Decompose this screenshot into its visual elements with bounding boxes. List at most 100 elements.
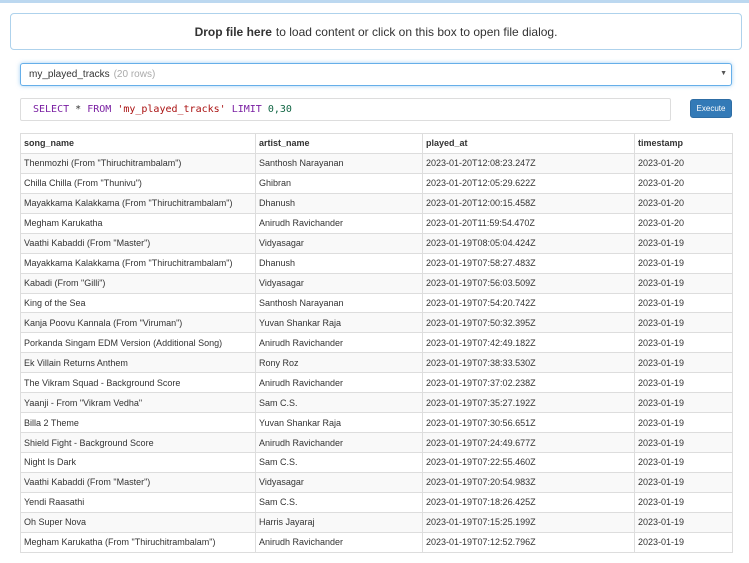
played-at-cell: 2023-01-19T07:38:33.530Z (422, 352, 635, 374)
artist-name-cell: Santhosh Narayanan (255, 292, 423, 314)
execute-button[interactable]: Execute (690, 99, 732, 118)
timestamp-cell: 2023-01-19 (634, 471, 733, 493)
song-name-cell: Megham Karukatha (From "Thiruchitrambala… (20, 531, 256, 553)
sql-keyword-select: SELECT (33, 104, 70, 115)
song-name-cell: Oh Super Nova (20, 511, 256, 533)
timestamp-cell: 2023-01-20 (634, 152, 733, 174)
song-name-cell: Yendi Raasathi (20, 491, 256, 513)
artist-name-cell: Rony Roz (255, 352, 423, 374)
song-name-cell: Yaanji - From "Vikram Vedha" (20, 392, 256, 414)
artist-name-cell: Sam C.S. (255, 452, 423, 473)
sql-query-editor[interactable]: SELECT * FROM 'my_played_tracks' LIMIT 0… (20, 98, 671, 121)
timestamp-cell: 2023-01-19 (634, 332, 733, 354)
played-at-cell: 2023-01-19T07:56:03.509Z (422, 272, 635, 294)
played-at-cell: 2023-01-19T07:15:25.199Z (422, 511, 635, 533)
song-name-cell: Megham Karukatha (20, 212, 256, 234)
song-name-cell: Kabadi (From "Gilli") (20, 272, 256, 294)
song-name-cell: Porkanda Singam EDM Version (Additional … (20, 332, 256, 354)
table-header-row: song_name artist_name played_at timestam… (20, 133, 733, 154)
artist-name-cell: Santhosh Narayanan (255, 152, 423, 174)
song-name-cell: Ek Villain Returns Anthem (20, 352, 256, 374)
table-row: Yaanji - From "Vikram Vedha" Sam C.S. 2023… (20, 392, 733, 414)
played-at-cell: 2023-01-19T07:50:32.395Z (422, 312, 635, 334)
table-row: Kabadi (From "Gilli") Vidyasagar 2023-01-1… (20, 272, 733, 294)
dropzone-text: to load content or click on this box to … (275, 24, 558, 39)
artist-name-cell: Anirudh Ravichander (255, 372, 423, 394)
played-at-cell: 2023-01-19T07:54:20.742Z (422, 292, 635, 314)
song-name-cell: Kanja Poovu Kannala (From "Viruman") (20, 312, 256, 334)
artist-name-cell: Harris Jayaraj (255, 511, 423, 533)
artist-name-cell: Yuvan Shankar Raja (255, 412, 423, 434)
table-row: Mayakkama Kalakkama (From "Thiruchitramb… (20, 252, 733, 274)
timestamp-cell: 2023-01-19 (634, 292, 733, 314)
song-name-cell: King of the Sea (20, 292, 256, 314)
played-at-cell: 2023-01-19T07:42:49.182Z (422, 332, 635, 354)
song-name-cell: The Vikram Squad - Background Score (20, 372, 256, 394)
sql-limit-value: 0,30 (267, 104, 292, 115)
table-row: Billa 2 Theme Yuvan Shankar Raja 2023-01-1… (20, 412, 733, 434)
table-row: Megham Karukatha (From "Thiruchitrambala… (20, 531, 733, 553)
song-name-cell: Mayakkama Kalakkama (From "Thiruchitramb… (20, 252, 256, 274)
artist-name-cell: Ghibran (255, 172, 423, 194)
timestamp-cell: 2023-01-19 (634, 232, 733, 254)
sql-keyword-limit: LIMIT (231, 104, 262, 115)
timestamp-cell: 2023-01-19 (634, 272, 733, 294)
timestamp-cell: 2023-01-19 (634, 352, 733, 374)
table-select-name: my_played_tracks (29, 69, 110, 80)
artist-name-cell: Dhanush (255, 252, 423, 274)
table-select-row-count: (20 rows) (113, 69, 156, 80)
played-at-cell: 2023-01-19T07:18:26.425Z (422, 491, 635, 513)
column-header[interactable]: played_at (422, 133, 635, 154)
played-at-cell: 2023-01-19T07:58:27.483Z (422, 252, 635, 274)
table-row: The Vikram Squad - Background Score Aniru… (20, 372, 733, 394)
artist-name-cell: Vidyasagar (255, 232, 423, 254)
timestamp-cell: 2023-01-19 (634, 452, 733, 473)
sql-table-name: 'my_played_tracks' (117, 104, 226, 115)
column-header[interactable]: timestamp (634, 133, 733, 154)
song-name-cell: Billa 2 Theme (20, 412, 256, 434)
artist-name-cell: Sam C.S. (255, 491, 423, 513)
artist-name-cell: Dhanush (255, 192, 423, 214)
column-header[interactable]: artist_name (255, 133, 423, 154)
table-row: Vaathi Kabaddi (From "Master") Vidyasagar… (20, 471, 733, 493)
timestamp-cell: 2023-01-20 (634, 212, 733, 234)
table-row: Megham Karukatha Anirudh Ravichander 2023-… (20, 212, 733, 234)
artist-name-cell: Yuvan Shankar Raja (255, 312, 423, 334)
played-at-cell: 2023-01-19T07:12:52.796Z (422, 531, 635, 553)
table-row: Chilla Chilla (From "Thunivu") Ghibran 202… (20, 172, 733, 194)
artist-name-cell: Vidyasagar (255, 471, 423, 493)
results-table: song_name artist_name played_at timestam… (20, 133, 733, 553)
played-at-cell: 2023-01-20T12:08:23.247Z (422, 152, 635, 174)
song-name-cell: Night Is Dark (20, 452, 256, 473)
played-at-cell: 2023-01-19T07:30:56.651Z (422, 412, 635, 434)
table-row: Ek Villain Returns Anthem Rony Roz 2023-01… (20, 352, 733, 374)
artist-name-cell: Sam C.S. (255, 392, 423, 414)
sql-star: * (69, 104, 88, 115)
timestamp-cell: 2023-01-20 (634, 192, 733, 214)
file-dropzone[interactable]: Drop file here to load content or click … (10, 13, 742, 50)
timestamp-cell: 2023-01-19 (634, 252, 733, 274)
timestamp-cell: 2023-01-19 (634, 312, 733, 334)
dropzone-bold-text: Drop file here (194, 24, 272, 39)
sql-keyword-from: FROM (87, 104, 112, 115)
table-row: Mayakkama Kalakkama (From "Thiruchitramb… (20, 192, 733, 214)
timestamp-cell: 2023-01-20 (634, 172, 733, 194)
table-row: Shield Fight - Background Score Anirudh R… (20, 432, 733, 453)
timestamp-cell: 2023-01-19 (634, 491, 733, 513)
artist-name-cell: Vidyasagar (255, 272, 423, 294)
table-row: King of the Sea Santhosh Narayanan 2023-01… (20, 292, 733, 314)
chevron-down-icon: ▼ (720, 70, 727, 77)
table-row: Oh Super Nova Harris Jayaraj 2023-01-19T07… (20, 511, 733, 533)
played-at-cell: 2023-01-19T07:22:55.460Z (422, 452, 635, 473)
song-name-cell: Thenmozhi (From "Thiruchitrambalam") (20, 152, 256, 174)
table-row: Thenmozhi (From "Thiruchitrambalam") Sant… (20, 152, 733, 174)
played-at-cell: 2023-01-19T07:37:02.238Z (422, 372, 635, 394)
timestamp-cell: 2023-01-19 (634, 531, 733, 553)
column-header[interactable]: song_name (20, 133, 256, 154)
song-name-cell: Shield Fight - Background Score (20, 432, 256, 453)
table-select[interactable]: my_played_tracks (20 rows) ▼ (20, 63, 732, 86)
table-row: Vaathi Kabaddi (From "Master") Vidyasagar… (20, 232, 733, 254)
played-at-cell: 2023-01-20T12:00:15.458Z (422, 192, 635, 214)
timestamp-cell: 2023-01-19 (634, 392, 733, 414)
artist-name-cell: Anirudh Ravichander (255, 332, 423, 354)
